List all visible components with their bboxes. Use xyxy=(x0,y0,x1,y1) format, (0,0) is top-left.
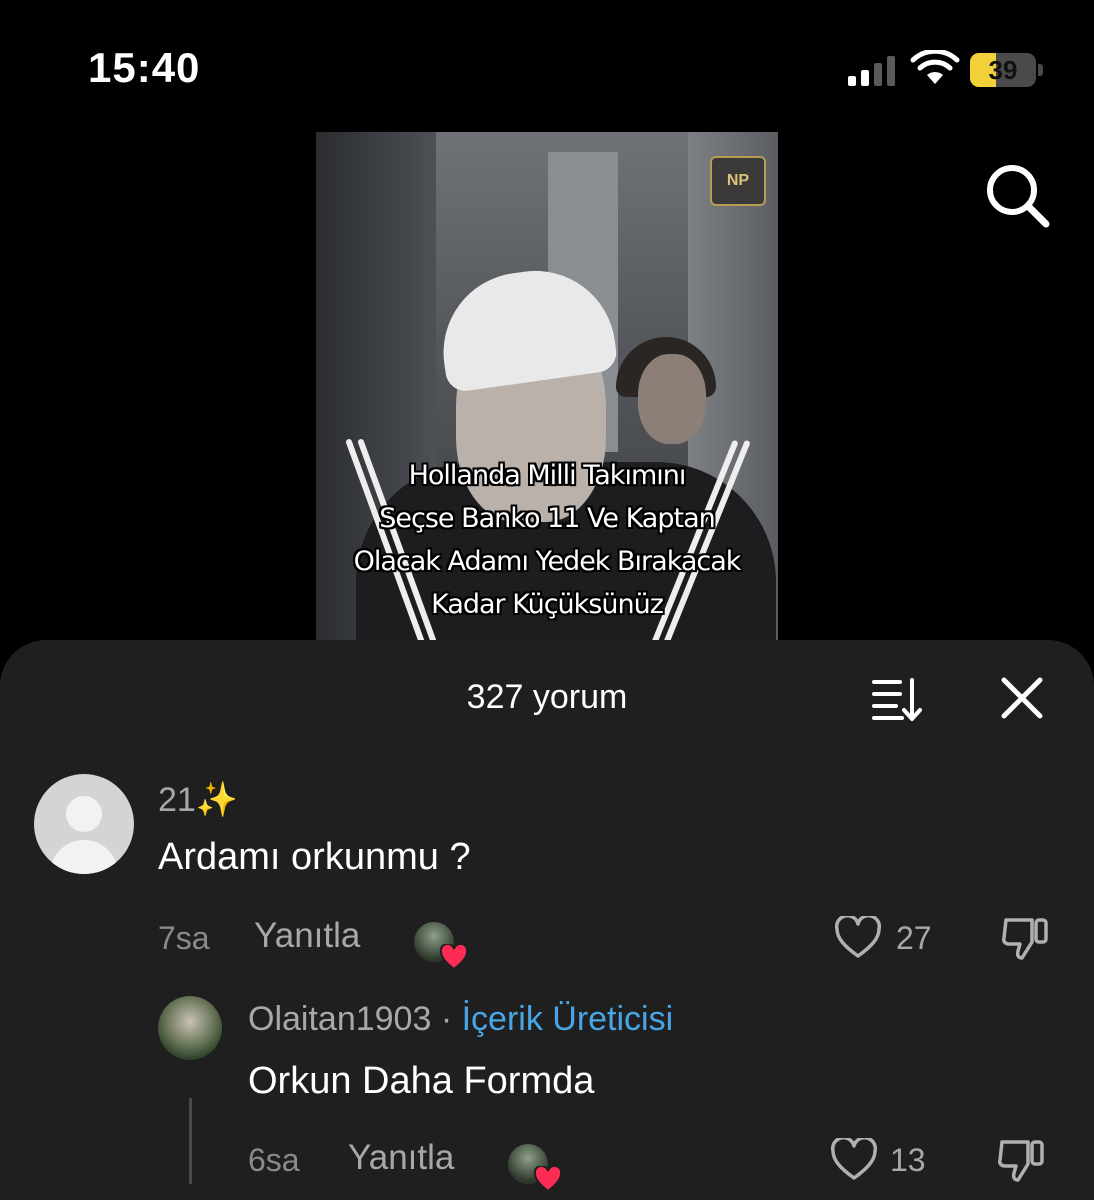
sort-icon[interactable] xyxy=(870,676,924,722)
heart-icon xyxy=(440,944,468,970)
wifi-icon xyxy=(910,50,960,84)
creator-liked-avatar xyxy=(508,1144,562,1192)
watermark-logo: NP xyxy=(710,156,766,206)
comment-username[interactable]: 21✨ xyxy=(158,780,238,820)
comment-timestamp: 7sa xyxy=(158,920,210,956)
like-count: 27 xyxy=(896,920,932,956)
caption-line: Hollanda Milli Takımını xyxy=(408,460,687,491)
battery-icon: 39 xyxy=(970,53,1044,87)
reply-avatar[interactable] xyxy=(158,996,222,1060)
comment-count-title: 327 yorum xyxy=(466,678,628,716)
search-icon[interactable] xyxy=(982,160,1052,230)
dislike-icon[interactable] xyxy=(1000,914,1050,962)
reply-user-line: Olaitan1903 · İçerik Üreticisi xyxy=(248,1000,673,1039)
caption-line: Seçse Banko 11 Ve Kaptan xyxy=(379,503,715,534)
reply-timestamp: 6sa xyxy=(248,1142,300,1178)
separator: · xyxy=(431,1000,462,1038)
creator-liked-avatar xyxy=(414,922,468,970)
dislike-icon[interactable] xyxy=(996,1136,1046,1184)
avatar[interactable] xyxy=(34,774,134,874)
creator-badge: İçerik Üreticisi xyxy=(461,1000,674,1038)
heart-icon xyxy=(534,1166,562,1192)
like-heart-icon[interactable] xyxy=(830,1138,878,1182)
comment-text: Ardamı orkunmu ? xyxy=(158,836,471,878)
caption-line: Kadar Küçüksünüz xyxy=(431,589,664,620)
reply-username[interactable]: Olaitan1903 xyxy=(248,1000,431,1038)
close-icon[interactable] xyxy=(998,674,1046,722)
like-heart-icon[interactable] xyxy=(834,916,882,960)
status-time: 15:40 xyxy=(88,44,201,91)
battery-level: 39 xyxy=(988,55,1018,85)
reply-text: Orkun Daha Formda xyxy=(248,1060,595,1102)
cellular-signal-icon xyxy=(848,56,895,86)
thread-line xyxy=(189,1098,192,1184)
like-count: 13 xyxy=(890,1142,926,1178)
video-player[interactable]: NP Hollanda Milli Takımını Seçse Banko 1… xyxy=(316,132,778,640)
reply-button[interactable]: Yanıtla xyxy=(348,1138,454,1178)
reply-button[interactable]: Yanıtla xyxy=(254,916,360,956)
caption-line: Olacak Adamı Yedek Bırakacak xyxy=(353,546,742,577)
video-caption: Hollanda Milli Takımını Seçse Banko 11 V… xyxy=(316,454,778,626)
comments-panel: 327 yorum 21✨ Ardamı orkunmu ? 7sa Yanıt… xyxy=(0,640,1094,1200)
